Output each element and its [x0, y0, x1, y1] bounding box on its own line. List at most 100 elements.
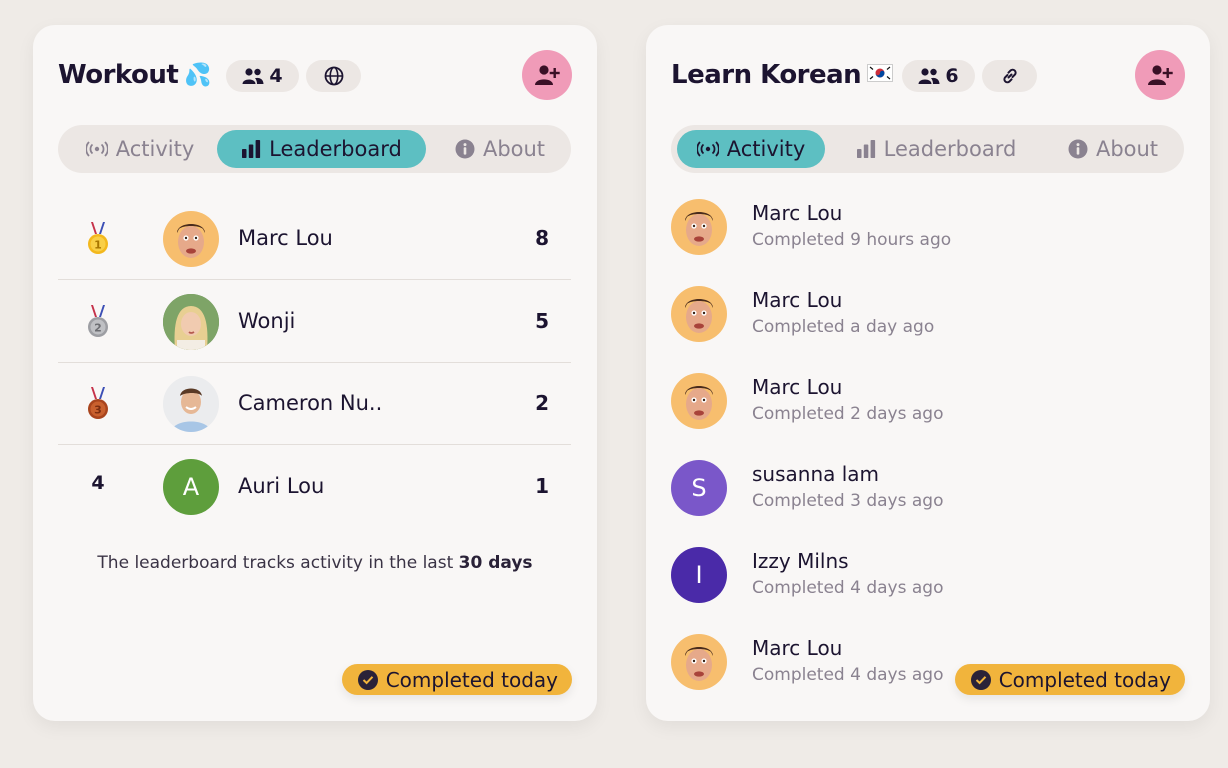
share-link-button[interactable] — [982, 60, 1037, 92]
svg-text:3: 3 — [94, 404, 102, 417]
face-avatar-image — [177, 224, 205, 258]
info-icon — [455, 139, 475, 159]
face-avatar-image — [163, 294, 219, 350]
tab-activity[interactable]: Activity — [70, 130, 210, 168]
activity-member-name: Marc Lou — [752, 375, 843, 399]
title-emoji: 💦 — [184, 62, 212, 88]
group-title: Workout 💦 — [58, 60, 212, 90]
activity-item[interactable]: Marc Lou Completed 9 hours ago — [671, 199, 1191, 269]
member-score: 1 — [535, 474, 549, 498]
activity-time: Completed a day ago — [752, 317, 935, 337]
leaderboard-note-days: 30 days — [458, 553, 533, 573]
group-tabs: Activity Leaderboard About — [58, 125, 571, 173]
avatar: I — [671, 547, 727, 603]
rank-number: 4 — [91, 472, 105, 494]
avatar — [163, 294, 219, 350]
globe-icon — [324, 66, 343, 86]
avatar — [671, 373, 727, 429]
learn-korean-group-card: Learn Korean 6 Activity Leaderboard Abou… — [646, 25, 1210, 721]
activity-time: Completed 2 days ago — [752, 404, 944, 424]
tab-about-label: About — [1095, 137, 1159, 161]
add-person-icon — [1148, 65, 1173, 85]
avatar: S — [671, 460, 727, 516]
bronze-medal-icon: 3 — [88, 387, 108, 419]
bar-chart-icon — [856, 140, 875, 158]
add-member-button[interactable] — [1135, 50, 1185, 100]
tab-activity-label: Activity — [115, 137, 195, 161]
activity-item[interactable]: I Izzy Milns Completed 4 days ago — [671, 547, 1191, 617]
visibility-button[interactable] — [306, 60, 361, 92]
activity-member-name: Izzy Milns — [752, 549, 849, 573]
avatar — [163, 376, 219, 432]
leaderboard-row[interactable]: 3 Cameron Nu.. 2 — [58, 363, 571, 445]
leaderboard-row[interactable]: 2 Wonji 5 — [58, 281, 571, 363]
bar-chart-icon — [242, 140, 261, 158]
check-circle-icon — [357, 669, 378, 690]
activity-member-name: Marc Lou — [752, 201, 843, 225]
link-icon — [1002, 68, 1017, 84]
members-count: 6 — [945, 65, 959, 87]
broadcast-icon — [696, 141, 719, 157]
avatar — [671, 199, 727, 255]
member-score: 8 — [535, 226, 549, 250]
face-avatar-image — [685, 212, 713, 246]
tab-about[interactable]: About — [1055, 130, 1171, 168]
workout-group-card: Workout 💦 4 Activity Leaderboard About 1… — [33, 25, 597, 721]
tab-leaderboard[interactable]: Leaderboard — [841, 130, 1031, 168]
member-score: 5 — [535, 309, 549, 333]
tab-activity[interactable]: Activity — [677, 130, 825, 168]
korea-flag-icon — [867, 63, 894, 88]
activity-member-name: susanna lam — [752, 462, 880, 486]
members-count: 4 — [269, 65, 283, 87]
group-title-text: Workout — [58, 60, 179, 90]
face-avatar-image — [685, 299, 713, 333]
completed-today-label: Completed today — [998, 667, 1171, 692]
leaderboard-row[interactable]: 4 A Auri Lou 1 — [58, 446, 571, 528]
people-icon — [918, 68, 940, 84]
svg-text:1: 1 — [94, 239, 102, 252]
tab-about[interactable]: About — [442, 130, 558, 168]
tab-leaderboard-label: Leaderboard — [883, 137, 1017, 161]
completed-today-label: Completed today — [385, 667, 558, 692]
activity-item[interactable]: Marc Lou Completed 2 days ago — [671, 373, 1191, 443]
member-name: Cameron Nu.. — [238, 391, 383, 415]
avatar — [671, 286, 727, 342]
add-person-icon — [535, 65, 560, 85]
tab-activity-label: Activity — [726, 137, 806, 161]
info-icon — [1068, 139, 1088, 159]
face-avatar-image — [163, 376, 219, 432]
leaderboard-note-text: The leaderboard tracks activity in the l… — [97, 553, 454, 573]
group-title: Learn Korean — [671, 60, 894, 90]
activity-time: Completed 9 hours ago — [752, 230, 952, 250]
leaderboard-note: The leaderboard tracks activity in the l… — [33, 553, 597, 573]
members-count-button[interactable]: 4 — [226, 60, 299, 92]
leaderboard-row[interactable]: 1 Marc Lou 8 — [58, 198, 571, 280]
avatar-initial: S — [691, 474, 707, 502]
people-icon — [242, 68, 264, 84]
members-count-button[interactable]: 6 — [902, 60, 975, 92]
completed-today-badge[interactable]: Completed today — [341, 664, 572, 695]
activity-member-name: Marc Lou — [752, 288, 843, 312]
avatar-initial: A — [182, 473, 200, 501]
tab-leaderboard[interactable]: Leaderboard — [217, 130, 426, 168]
broadcast-icon — [85, 141, 108, 157]
face-avatar-image — [685, 647, 713, 681]
member-score: 2 — [535, 391, 549, 415]
avatar-initial: I — [695, 561, 703, 589]
check-circle-icon — [970, 669, 991, 690]
avatar: A — [163, 459, 219, 515]
group-tabs: Activity Leaderboard About — [671, 125, 1184, 173]
tab-leaderboard-label: Leaderboard — [269, 137, 402, 161]
svg-text:2: 2 — [94, 322, 102, 335]
completed-today-badge[interactable]: Completed today — [954, 664, 1185, 695]
avatar — [671, 634, 727, 690]
activity-item[interactable]: Marc Lou Completed a day ago — [671, 286, 1191, 356]
face-avatar-image — [685, 386, 713, 420]
activity-member-name: Marc Lou — [752, 636, 843, 660]
activity-item[interactable]: S susanna lam Completed 3 days ago — [671, 460, 1191, 530]
add-member-button[interactable] — [522, 50, 572, 100]
member-name: Auri Lou — [238, 474, 325, 498]
activity-time: Completed 3 days ago — [752, 491, 944, 511]
member-name: Marc Lou — [238, 226, 333, 250]
silver-medal-icon: 2 — [88, 305, 108, 337]
